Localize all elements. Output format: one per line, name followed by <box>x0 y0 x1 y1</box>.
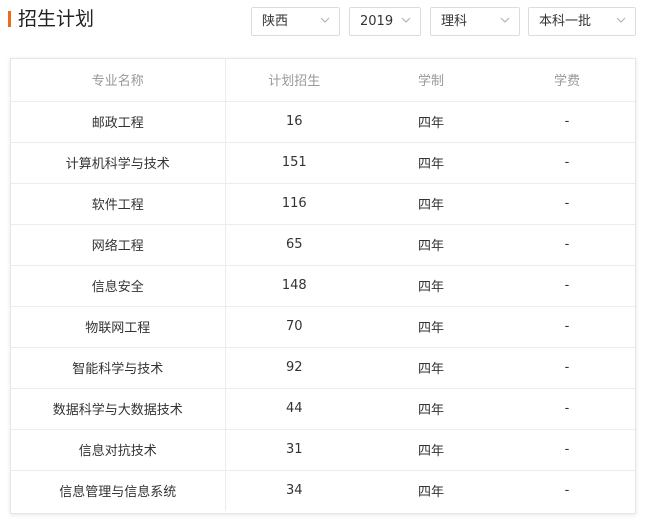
table-row: 信息安全 148 四年 - <box>11 265 635 307</box>
table-header-row: 专业名称 计划招生 学制 学费 <box>11 59 635 102</box>
page-title: 招生计划 <box>18 8 95 30</box>
major-name: 邮政工程 <box>11 101 226 143</box>
enrollment-plan-table: 专业名称 计划招生 学制 学费 邮政工程 16 四年 - 计算机科学与技术 15… <box>11 59 635 511</box>
subject-select-value: 理科 <box>441 14 468 29</box>
chevron-down-icon <box>500 16 510 24</box>
tuition: - <box>499 142 635 184</box>
plan-count: 116 <box>225 183 363 225</box>
column-header-plan: 计划招生 <box>225 59 363 102</box>
table-row: 计算机科学与技术 151 四年 - <box>11 142 635 184</box>
table-row: 软件工程 116 四年 - <box>11 183 635 225</box>
plan-count: 65 <box>225 224 363 266</box>
tuition: - <box>499 347 635 389</box>
major-name: 数据科学与大数据技术 <box>11 388 226 430</box>
duration: 四年 <box>363 101 499 143</box>
major-name: 物联网工程 <box>11 306 226 348</box>
plan-count: 31 <box>225 429 363 471</box>
plan-count: 44 <box>225 388 363 430</box>
duration: 四年 <box>363 306 499 348</box>
tuition: - <box>499 265 635 307</box>
province-select-value: 陕西 <box>262 14 289 29</box>
major-name: 信息安全 <box>11 265 226 307</box>
table-row: 邮政工程 16 四年 - <box>11 101 635 143</box>
column-header-tuition: 学费 <box>499 59 635 102</box>
plan-count: 16 <box>225 101 363 143</box>
table-row: 网络工程 65 四年 - <box>11 224 635 266</box>
duration: 四年 <box>363 142 499 184</box>
duration: 四年 <box>363 429 499 471</box>
year-select-value: 2019 <box>360 14 394 29</box>
duration: 四年 <box>363 265 499 307</box>
plan-count: 148 <box>225 265 363 307</box>
tuition: - <box>499 101 635 143</box>
chevron-down-icon <box>320 16 330 24</box>
batch-select-value: 本科一批 <box>539 14 592 29</box>
duration: 四年 <box>417 485 444 501</box>
batch-select[interactable]: 本科一批 <box>528 7 636 36</box>
plan-count: 70 <box>225 306 363 348</box>
major-name: 信息管理与信息系统 <box>11 470 226 511</box>
major-name: 网络工程 <box>11 224 226 266</box>
major-name: 软件工程 <box>11 183 226 225</box>
tuition: - <box>499 183 635 225</box>
subject-select[interactable]: 理科 <box>430 7 520 36</box>
duration: 四年 <box>363 347 499 389</box>
plan-count: 151 <box>225 142 363 184</box>
tuition: - <box>499 306 635 348</box>
column-header-major: 专业名称 <box>11 59 226 102</box>
table-row: 物联网工程 70 四年 - <box>11 306 635 348</box>
major-name: 智能科学与技术 <box>11 347 226 389</box>
table-row: 数据科学与大数据技术 44 四年 - <box>11 388 635 430</box>
enrollment-plan-table-card: 专业名称 计划招生 学制 学费 邮政工程 16 四年 - 计算机科学与技术 15… <box>10 58 636 514</box>
tuition: - <box>564 483 570 499</box>
duration: 四年 <box>363 183 499 225</box>
tuition: - <box>499 388 635 430</box>
chevron-down-icon <box>616 16 626 24</box>
major-name: 计算机科学与技术 <box>11 142 226 184</box>
duration: 四年 <box>363 388 499 430</box>
plan-count: 34 <box>285 483 303 499</box>
table-row: 信息对抗技术 31 四年 - <box>11 429 635 471</box>
plan-count: 92 <box>225 347 363 389</box>
table-row: 信息管理与信息系统 34 四年 - <box>11 470 635 511</box>
major-name: 信息对抗技术 <box>11 429 226 471</box>
title-accent-bar <box>8 11 11 27</box>
tuition: - <box>499 429 635 471</box>
duration: 四年 <box>363 224 499 266</box>
province-select[interactable]: 陕西 <box>251 7 340 36</box>
chevron-down-icon <box>401 16 411 24</box>
year-select[interactable]: 2019 <box>349 7 421 36</box>
page-header: 招生计划 陕西 2019 理科 本科一批 <box>0 0 646 44</box>
tuition: - <box>499 224 635 266</box>
table-row: 智能科学与技术 92 四年 - <box>11 347 635 389</box>
column-header-duration: 学制 <box>363 59 499 102</box>
